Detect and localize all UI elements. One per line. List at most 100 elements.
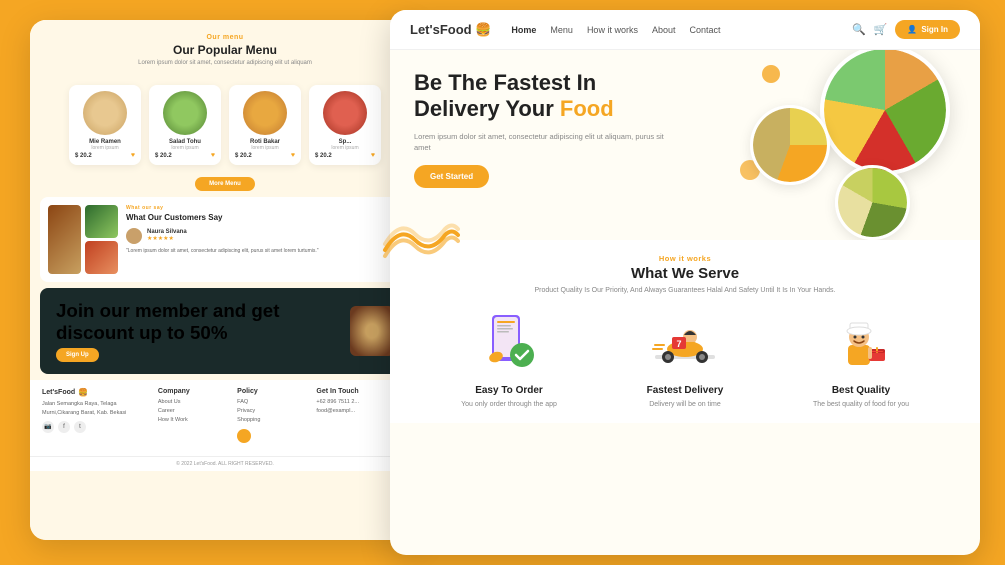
- footer-brand: Let'sFood 🍔: [42, 388, 152, 397]
- how-it-works-tag: How it works: [410, 254, 960, 263]
- hero-main-food: [820, 50, 950, 175]
- food-img-1: [48, 205, 81, 274]
- service-best-quality: Best Quality The best quality of food fo…: [781, 307, 941, 410]
- footer-company-col: Company About Us Career How It Work: [158, 388, 231, 447]
- footer-shopping[interactable]: Shopping: [237, 416, 310, 425]
- easy-order-desc: You only order through the app: [429, 400, 589, 410]
- popular-menu-subtitle: Lorem ipsum dolor sit amet, consectetur …: [46, 59, 404, 67]
- our-menu-label: Our menu: [46, 34, 404, 41]
- left-panel: Our menu Our Popular Menu Lorem ipsum do…: [30, 20, 420, 540]
- reviewer-stars: ★★★★★: [147, 235, 187, 242]
- footer-about-us[interactable]: About Us: [158, 398, 231, 407]
- menu-price-other: $ 20.2: [315, 153, 332, 159]
- popular-menu-title: Our Popular Menu: [46, 43, 404, 57]
- menu-card-other[interactable]: Sp... lorem ipsum $ 20.2 ♥: [309, 85, 381, 165]
- quality-desc: The best quality of food for you: [781, 400, 941, 410]
- nav-logo: Let'sFood 🍔: [410, 22, 491, 38]
- footer-address: Jalan Semangka Raya, Telaga Murni,Cikara…: [42, 400, 152, 418]
- promo-banner: Join our member and get discount up to 5…: [40, 288, 410, 374]
- food-img-3: [85, 241, 118, 274]
- service-cards: Easy To Order You only order through the…: [410, 307, 960, 410]
- quality-name: Best Quality: [781, 385, 941, 396]
- footer-company-title: Company: [158, 388, 231, 395]
- delivery-name: Fastest Delivery: [605, 385, 765, 396]
- delivery-icon: 7: [650, 307, 720, 377]
- footer-privacy[interactable]: Privacy: [237, 407, 310, 416]
- cart-button[interactable]: 🛒: [874, 23, 888, 36]
- more-menu-button[interactable]: More Menu: [195, 177, 255, 191]
- heart-icon-roti: ♥: [291, 152, 295, 159]
- menu-price-roti: $ 20.2: [235, 153, 252, 159]
- facebook-icon[interactable]: f: [58, 421, 70, 433]
- footer-career[interactable]: Career: [158, 407, 231, 416]
- reviewer-avatar: [126, 228, 142, 244]
- hero-title: Be The Fastest InDelivery Your Food: [414, 70, 674, 123]
- nav-icons: 🔍 🛒 👤 Sign In: [852, 20, 960, 39]
- promo-food-image: [350, 306, 394, 356]
- deco-circle-1: [762, 65, 780, 83]
- service-easy-order: Easy To Order You only order through the…: [429, 307, 589, 410]
- testimonial-tag: What our say: [126, 205, 402, 211]
- menu-items-row: Mie Ramen lorem ipsum $ 20.2 ♥ Salad Toh…: [30, 77, 420, 173]
- user-icon: 👤: [907, 25, 917, 34]
- footer-brand-col: Let'sFood 🍔 Jalan Semangka Raya, Telaga …: [42, 388, 152, 447]
- footer-faq[interactable]: FAQ: [237, 398, 310, 407]
- nav-how-it-works[interactable]: How it works: [587, 25, 638, 35]
- navigation: Let'sFood 🍔 Home Menu How it works About…: [390, 10, 980, 50]
- footer-how-it-work[interactable]: How It Work: [158, 416, 231, 425]
- left-footer: Let'sFood 🍔 Jalan Semangka Raya, Telaga …: [30, 380, 420, 455]
- signup-button[interactable]: Sign Up: [56, 348, 99, 362]
- signin-button[interactable]: 👤 Sign In: [895, 20, 960, 39]
- right-panel: Let'sFood 🍔 Home Menu How it works About…: [390, 10, 980, 555]
- easy-order-icon: [474, 307, 544, 377]
- promo-content: Join our member and get discount up to 5…: [56, 300, 350, 362]
- hero-section: Be The Fastest InDelivery Your Food Lore…: [390, 50, 980, 240]
- menu-price-ramen: $ 20.2: [75, 153, 92, 159]
- menu-price-salad: $ 20.2: [155, 153, 172, 159]
- easy-order-name: Easy To Order: [429, 385, 589, 396]
- heart-icon-other: ♥: [371, 152, 375, 159]
- footer-socials: 📷 f t: [42, 421, 152, 433]
- hero-content: Be The Fastest InDelivery Your Food Lore…: [414, 70, 674, 188]
- footer-policy-title: Policy: [237, 388, 310, 395]
- what-we-serve-title: What We Serve: [410, 265, 960, 282]
- delivery-desc: Delivery will be on time: [605, 400, 765, 410]
- wave-decoration: [380, 220, 460, 265]
- nav-about[interactable]: About: [652, 25, 676, 35]
- get-started-button[interactable]: Get Started: [414, 165, 489, 188]
- hero-subtitle: Lorem ipsum dolor sit amet, consectetur …: [414, 131, 674, 154]
- menu-card-roti[interactable]: Roti Bakar lorem ipsum $ 20.2 ♥: [229, 85, 301, 165]
- menu-card-salad[interactable]: Salad Tohu lorem ipsum $ 20.2 ♥: [149, 85, 221, 165]
- testimonial-section: What our say What Our Customers Say Naur…: [40, 197, 410, 282]
- menu-card-ramen[interactable]: Mie Ramen lorem ipsum $ 20.2 ♥: [69, 85, 141, 165]
- reviewer: Naura Silvana ★★★★★: [126, 228, 402, 244]
- what-we-serve-desc: Product Quality Is Our Priority, And Alw…: [410, 286, 960, 297]
- food-img-2: [85, 205, 118, 238]
- hero-food-sm1: [750, 105, 830, 185]
- quality-icon: [826, 307, 896, 377]
- service-fastest-delivery: 7 Fastest Delivery Delivery will be on t…: [605, 307, 765, 410]
- nav-links: Home Menu How it works About Contact: [511, 25, 852, 35]
- orange-dot-decoration: [237, 429, 251, 443]
- left-top-section: Our menu Our Popular Menu Lorem ipsum do…: [30, 20, 420, 77]
- hero-food-sm2: [835, 165, 910, 240]
- how-it-works-section: How it works What We Serve Product Quali…: [390, 240, 980, 423]
- instagram-icon[interactable]: 📷: [42, 421, 54, 433]
- svg-text:7: 7: [676, 339, 681, 349]
- testimonial-content: What our say What Our Customers Say Naur…: [126, 205, 402, 254]
- footer-logo-icon: 🍔: [78, 388, 88, 397]
- testimonial-title: What Our Customers Say: [126, 213, 402, 223]
- twitter-icon[interactable]: t: [74, 421, 86, 433]
- promo-title: Join our member and get discount up to 5…: [56, 300, 350, 344]
- search-button[interactable]: 🔍: [852, 23, 866, 36]
- nav-contact[interactable]: Contact: [689, 25, 720, 35]
- nav-logo-icon: 🍔: [475, 22, 491, 37]
- review-text: "Lorem ipsum dolor sit amet, consectetur…: [126, 248, 402, 255]
- copyright: © 2022 Let'sFood. ALL RIGHT RESERVED.: [30, 456, 420, 471]
- heart-icon-salad: ♥: [211, 152, 215, 159]
- footer-policy-col: Policy FAQ Privacy Shopping: [237, 388, 310, 447]
- nav-home[interactable]: Home: [511, 25, 536, 35]
- nav-menu[interactable]: Menu: [550, 25, 573, 35]
- testimonial-images: [48, 205, 118, 274]
- heart-icon-ramen: ♥: [131, 152, 135, 159]
